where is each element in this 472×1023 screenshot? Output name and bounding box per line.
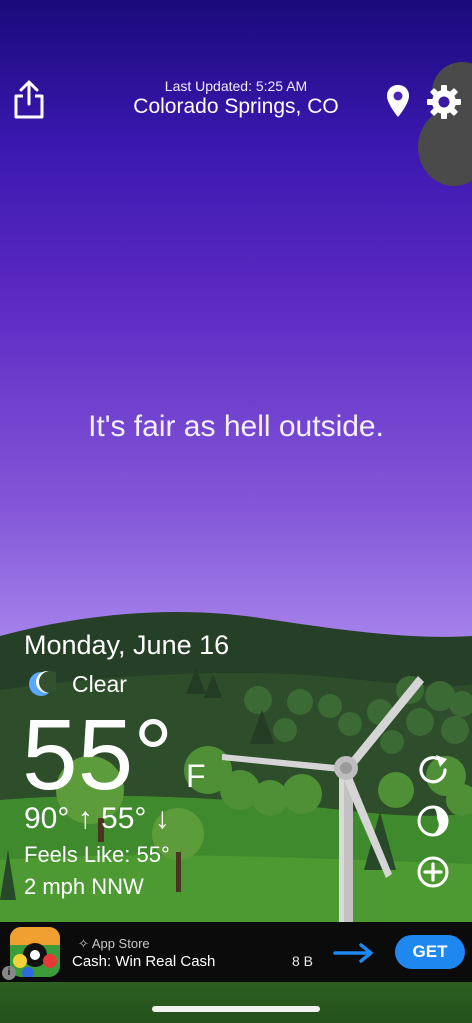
feels-like-label: Feels Like: 55° bbox=[24, 842, 170, 867]
temperature-value: 55° bbox=[22, 699, 174, 811]
refresh-icon bbox=[419, 755, 447, 784]
ad-title[interactable]: Cash: Win Real Cash bbox=[72, 953, 215, 970]
ad-size: 8 B bbox=[292, 953, 314, 969]
landscape-illustration bbox=[0, 612, 472, 1023]
add-location-button[interactable] bbox=[416, 855, 450, 889]
high-low-label: 90° ↑ 55° ↓ bbox=[24, 802, 170, 835]
arrow-right-icon bbox=[333, 943, 373, 963]
refresh-button[interactable] bbox=[416, 753, 450, 787]
ad-banner[interactable]: i ✧ App Store Cash: Win Real Cash 8 B GE… bbox=[0, 922, 472, 982]
ad-info-icon[interactable]: i bbox=[2, 966, 16, 980]
weather-headline: It's fair as hell outside. bbox=[88, 410, 384, 443]
wind-label: 2 mph NNW bbox=[24, 874, 144, 899]
ad-app-icon[interactable] bbox=[10, 927, 60, 977]
home-indicator[interactable] bbox=[152, 1006, 320, 1012]
ad-store-label: ✧ App Store bbox=[78, 936, 150, 951]
temperature-unit[interactable]: F bbox=[186, 758, 206, 795]
ground-strip bbox=[0, 982, 472, 1023]
gear-icon bbox=[427, 85, 461, 119]
date-label: Monday, June 16 bbox=[24, 630, 230, 660]
get-button[interactable]: GET bbox=[395, 935, 465, 969]
moon-icon bbox=[29, 671, 56, 696]
location-button[interactable] bbox=[386, 84, 410, 118]
condition-label: Clear bbox=[72, 670, 127, 697]
theme-icon bbox=[417, 805, 449, 837]
location-pin-icon bbox=[387, 85, 409, 117]
theme-button[interactable] bbox=[416, 804, 450, 838]
settings-button[interactable] bbox=[426, 84, 462, 120]
add-icon bbox=[417, 856, 449, 888]
condition-row: Clear bbox=[26, 668, 127, 700]
app-store-icon: ✧ bbox=[78, 936, 89, 951]
